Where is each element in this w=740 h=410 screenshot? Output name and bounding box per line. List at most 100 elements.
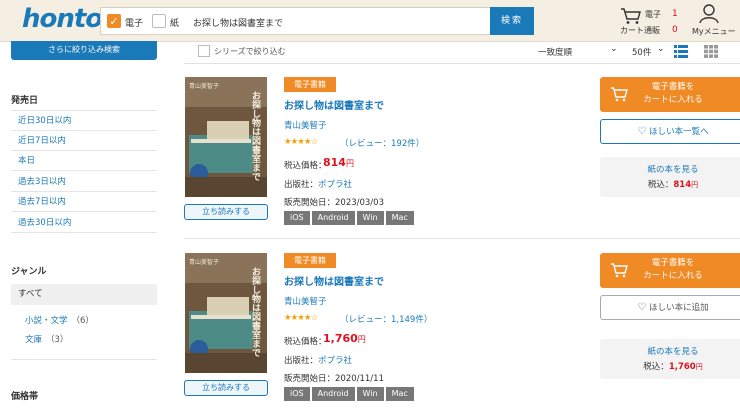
wishlist-button-label: ほしい本に追加	[649, 303, 709, 313]
site-header: honto ✓ 電子 紙 お探し物は図書室まで 検索 電子 1 カート通販 0 …	[0, 0, 740, 42]
paper-checkbox-label: 紙	[170, 19, 180, 29]
cover-author: 青山美智子	[189, 258, 219, 266]
per-page-select[interactable]: 50件	[632, 46, 651, 58]
genre-link-novel[interactable]: 小説・文学 （6）	[25, 314, 94, 326]
platform-tag: iOS	[284, 211, 310, 225]
publisher-link[interactable]: ポプラ社	[318, 356, 352, 366]
release-link-upcoming-30[interactable]: 近日30日以内	[11, 111, 157, 131]
heart-icon: ♡	[637, 302, 647, 313]
wishlist-button-label: ほしい本一覧へ	[649, 127, 709, 137]
my-menu-link[interactable]: Myメニュー	[692, 4, 740, 38]
ebook-badge: 電子書籍	[284, 77, 336, 92]
platform-tags: iOS Android Win Mac	[284, 211, 416, 225]
platform-tag: Mac	[385, 211, 414, 225]
platform-tag: iOS	[284, 387, 310, 401]
release-date: 販売開始日：2023/03/03	[284, 198, 384, 208]
refine-search-button[interactable]: さらに絞り込み検索	[11, 41, 157, 60]
release-link-upcoming-7[interactable]: 近日7日以内	[11, 131, 157, 151]
results-toolbar: シリーズで絞り込む 一致度順 ⌄ 50件 ⌄	[184, 41, 740, 64]
cover-title: お探し物は図書室まで	[250, 91, 261, 181]
platform-tag: Mac	[385, 387, 414, 401]
review-count-link[interactable]: （レビュー：1,149件）	[340, 313, 432, 325]
cart-link[interactable]: 電子 1 カート通販 0	[620, 5, 680, 37]
wishlist-button[interactable]: ♡ ほしい本に追加	[600, 295, 740, 320]
genre-link-bunko[interactable]: 文庫 （3）	[25, 333, 68, 345]
cart-ebook-count: 1	[672, 9, 678, 19]
preview-button[interactable]: 立ち読みする	[184, 204, 268, 220]
ebook-badge: 電子書籍	[284, 253, 336, 268]
review-count-link[interactable]: （レビュー：192件）	[340, 137, 424, 149]
publisher: 出版社：ポプラ社	[284, 356, 353, 366]
release-link-past-3[interactable]: 過去3日以内	[11, 172, 157, 192]
product-author[interactable]: 青山美智子	[284, 119, 327, 131]
chevron-down-icon: ⌄	[610, 44, 618, 54]
preview-button[interactable]: 立ち読みする	[184, 380, 268, 396]
release-date-heading: 発売日	[11, 96, 39, 106]
platform-tag: Android	[311, 387, 355, 401]
cart-store-label: カート通販	[620, 26, 660, 35]
genre-name: 小説・文学	[25, 316, 68, 326]
genre-count: （3）	[46, 335, 69, 345]
genre-all[interactable]: すべて	[11, 284, 157, 305]
book-cover-image[interactable]: 青山美智子 お探し物は図書室まで	[185, 253, 267, 373]
sort-select[interactable]: 一致度順	[538, 46, 572, 58]
search-bar: ✓ 電子 紙 お探し物は図書室まで 検索	[100, 7, 534, 35]
product-row: 青山美智子 お探し物は図書室まで 立ち読みする 電子書籍 お探し物は図書室まで …	[184, 77, 740, 227]
my-menu-label: Myメニュー	[692, 27, 736, 36]
list-view-icon[interactable]	[674, 45, 688, 58]
product-row: 青山美智子 お探し物は図書室まで 立ち読みする 電子書籍 お探し物は図書室まで …	[184, 253, 740, 410]
release-link-past-7[interactable]: 過去7日以内	[11, 192, 157, 212]
platform-tag: Win	[356, 387, 384, 401]
heart-icon: ♡	[637, 126, 647, 137]
cover-title: お探し物は図書室まで	[250, 267, 261, 357]
grid-view-icon[interactable]	[704, 45, 718, 58]
platform-tags: iOS Android Win Mac	[284, 387, 416, 401]
cover-author: 青山美智子	[189, 82, 219, 90]
release-date: 販売開始日：2020/11/11	[284, 374, 384, 384]
cart-icon	[611, 263, 628, 278]
product-title[interactable]: お探し物は図書室まで	[284, 97, 384, 112]
publisher-link[interactable]: ポプラ社	[318, 180, 352, 190]
platform-tag: Win	[356, 211, 384, 225]
search-button[interactable]: 検索	[490, 7, 534, 35]
search-input[interactable]: お探し物は図書室まで	[193, 16, 283, 29]
row-divider	[184, 238, 740, 239]
chevron-down-icon: ⌄	[657, 44, 665, 54]
price-label: 税込価格：	[284, 161, 327, 171]
wishlist-button[interactable]: ♡ ほしい本一覧へ	[600, 119, 740, 144]
honto-logo[interactable]: honto	[22, 4, 103, 34]
add-ebook-to-cart-button[interactable]: 電子書籍を カートに入れる	[600, 253, 740, 288]
ebook-checkbox-label: 電子	[125, 19, 144, 29]
genre-heading: ジャンル	[11, 267, 47, 277]
series-filter-label: シリーズで絞り込む	[214, 47, 286, 56]
price-value: 1,760円	[323, 332, 366, 345]
cart-ebook-label: 電子	[645, 10, 661, 19]
paper-book-box: 紙の本を見る 税込：1,760円	[600, 339, 740, 379]
paper-book-price: 税込：814円	[647, 180, 699, 190]
paper-book-box: 紙の本を見る 税込：814円	[600, 157, 740, 197]
paper-book-link[interactable]: 紙の本を見る	[600, 345, 740, 357]
release-link-today[interactable]: 本日	[11, 151, 157, 171]
price-range-heading: 価格帯	[11, 392, 39, 402]
paper-checkbox[interactable]	[152, 14, 166, 28]
rating-stars: ★★★★☆	[284, 313, 318, 323]
product-author[interactable]: 青山美智子	[284, 295, 327, 307]
paper-book-price: 税込：1,760円	[643, 362, 703, 372]
price-label: 税込価格：	[284, 337, 327, 347]
cart-icon	[611, 87, 628, 102]
user-icon	[699, 4, 719, 24]
series-filter-checkbox[interactable]	[198, 45, 210, 57]
platform-tag: Android	[311, 211, 355, 225]
release-link-past-30[interactable]: 過去30日以内	[11, 213, 157, 233]
genre-name: 文庫	[25, 335, 43, 345]
price-value: 814円	[323, 156, 354, 169]
rating-stars: ★★★★☆	[284, 137, 318, 147]
product-title[interactable]: お探し物は図書室まで	[284, 273, 384, 288]
book-cover-image[interactable]: 青山美智子 お探し物は図書室まで	[185, 77, 267, 197]
divider	[11, 359, 157, 360]
paper-book-link[interactable]: 紙の本を見る	[600, 163, 740, 175]
ebook-checkbox[interactable]: ✓	[107, 14, 121, 28]
publisher: 出版社：ポプラ社	[284, 180, 353, 190]
cart-icon	[621, 8, 641, 24]
add-ebook-to-cart-button[interactable]: 電子書籍を カートに入れる	[600, 77, 740, 112]
